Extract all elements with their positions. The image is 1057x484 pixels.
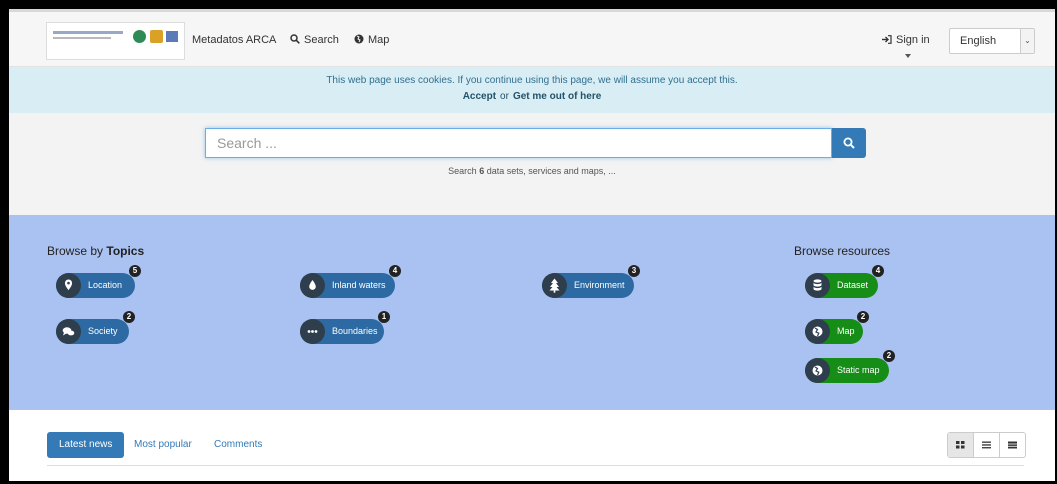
table-view-button[interactable]	[999, 433, 1025, 457]
resource-map-count: 2	[857, 311, 869, 323]
resource-dataset[interactable]: Dataset 4	[805, 265, 884, 298]
tab-latest-news[interactable]: Latest news	[47, 432, 125, 458]
search-hint: Search 6 data sets, services and maps, .…	[9, 166, 1055, 176]
topics-title-prefix: Browse by	[47, 244, 104, 258]
chevron-down-icon: ⌄	[1020, 29, 1034, 53]
resource-dataset-count: 4	[872, 265, 884, 277]
topic-inland-waters-count: 4	[389, 265, 401, 277]
nav-map-link[interactable]: Map	[354, 34, 389, 46]
search-section: Search 6 data sets, services and maps, .…	[9, 113, 1055, 215]
search-icon	[843, 137, 855, 149]
signin-label: Sign in	[896, 34, 930, 46]
cookie-accept-link[interactable]: Accept	[463, 91, 496, 102]
resource-static-map-count: 2	[883, 350, 895, 362]
search-icon	[290, 34, 300, 44]
grid-icon	[956, 441, 965, 449]
topic-environment-label: Environment	[574, 280, 625, 290]
globe-icon	[805, 319, 830, 344]
cookie-decline-link[interactable]: Get me out of here	[513, 91, 601, 102]
resource-static-map[interactable]: Static map 2	[805, 350, 895, 383]
tab-comments[interactable]: Comments	[214, 432, 262, 458]
cookie-banner: This web page uses cookies. If you conti…	[9, 67, 1055, 113]
nav-search-link[interactable]: Search	[290, 34, 339, 46]
language-select[interactable]: English ⌄	[949, 28, 1035, 54]
topics-title: Browse by Topics	[47, 244, 144, 258]
water-drop-icon	[300, 273, 325, 298]
topic-boundaries-count: 1	[378, 311, 390, 323]
globe-icon	[354, 34, 364, 44]
topic-society-count: 2	[123, 311, 135, 323]
resource-static-map-label: Static map	[837, 365, 880, 375]
search-button[interactable]	[832, 128, 866, 158]
topic-inland-waters[interactable]: Inland waters 4	[300, 265, 401, 298]
topic-environment[interactable]: Environment 3	[542, 265, 640, 298]
topic-boundaries-label: Boundaries	[332, 326, 378, 336]
nav-map-label: Map	[368, 34, 390, 46]
topic-location-label: Location	[88, 280, 123, 290]
search-hint-suffix: data sets, services and maps, ...	[486, 166, 616, 176]
cookie-or-text: or	[500, 91, 509, 102]
database-icon	[805, 273, 830, 298]
resources-title: Browse resources	[794, 244, 891, 258]
resource-map[interactable]: Map 2	[805, 311, 869, 344]
topic-society-label: Society	[88, 326, 118, 336]
topic-society[interactable]: Society 2	[56, 311, 135, 344]
topic-boundaries[interactable]: Boundaries 1	[300, 311, 390, 344]
brand-link[interactable]: Metadatos ARCA	[192, 34, 276, 46]
language-value: English	[960, 35, 997, 47]
tabs-divider	[47, 465, 1024, 466]
search-hint-count: 6	[479, 166, 485, 176]
topic-environment-count: 3	[628, 265, 640, 277]
signin-link[interactable]: Sign in	[882, 34, 930, 46]
news-tabs-section: Latest news Most popular Comments	[9, 410, 1055, 481]
site-logo[interactable]	[46, 22, 185, 60]
search-input[interactable]	[205, 128, 832, 158]
topic-location[interactable]: Location 5	[56, 265, 141, 298]
resource-dataset-label: Dataset	[837, 280, 869, 290]
browser-page: Metadatos ARCA Search Map Sign in Englis…	[9, 9, 1055, 481]
speech-bubbles-icon	[56, 319, 81, 344]
tree-icon	[542, 273, 567, 298]
list-icon	[982, 441, 991, 449]
browse-section: Browse by Topics Browse resources Locati…	[9, 215, 1055, 410]
nav-search-label: Search	[304, 34, 339, 46]
globe-icon	[805, 358, 830, 383]
view-mode-group	[947, 432, 1026, 458]
caret-down-icon[interactable]	[905, 54, 911, 58]
navbar: Metadatos ARCA Search Map Sign in Englis…	[9, 12, 1055, 67]
topics-title-strong: Topics	[106, 244, 145, 258]
ellipsis-icon	[300, 319, 325, 344]
topic-location-count: 5	[129, 265, 141, 277]
resource-map-label: Map	[837, 326, 855, 336]
sign-in-icon	[882, 35, 892, 44]
tab-most-popular[interactable]: Most popular	[134, 432, 192, 458]
grid-view-button[interactable]	[948, 433, 973, 457]
location-pin-icon	[56, 273, 81, 298]
table-icon	[1008, 441, 1017, 449]
cookie-message: This web page uses cookies. If you conti…	[326, 75, 738, 86]
list-view-button[interactable]	[973, 433, 999, 457]
cookie-actions: Accept or Get me out of here	[9, 91, 1055, 102]
search-hint-prefix: Search	[448, 166, 477, 176]
topic-inland-waters-label: Inland waters	[332, 280, 386, 290]
